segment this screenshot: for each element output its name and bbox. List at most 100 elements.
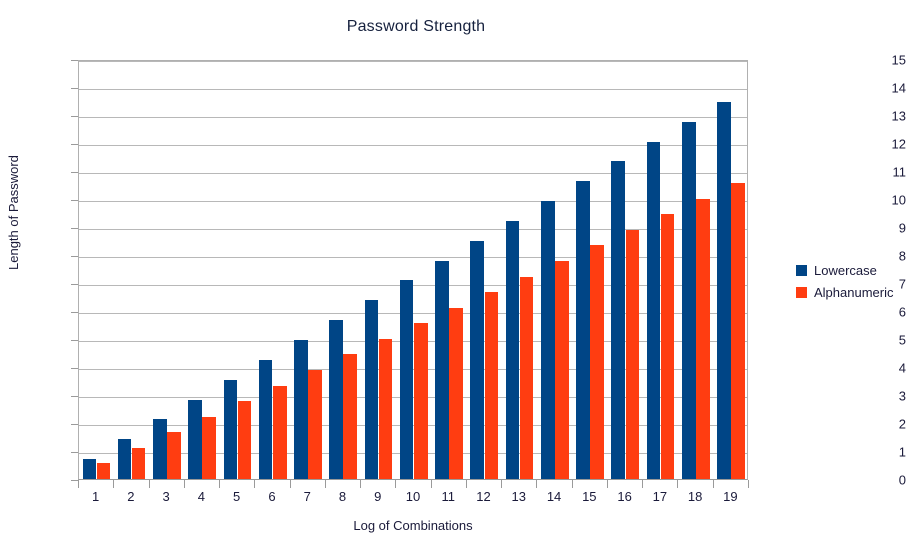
bar-alphanumeric-16 — [625, 230, 640, 479]
x-tick-label: 19 — [723, 489, 738, 504]
y-tick-mark — [71, 256, 78, 257]
x-tick-mark — [606, 480, 608, 488]
y-tick-label: 12 — [891, 136, 906, 152]
x-tick-label: 6 — [268, 489, 276, 504]
x-tick-mark — [501, 480, 503, 488]
x-tick-mark — [254, 480, 256, 488]
plot-area — [78, 60, 748, 480]
bar-alphanumeric-8 — [343, 354, 358, 479]
bar-lowercase-10 — [399, 280, 414, 479]
y-tick-mark — [71, 200, 78, 201]
gridline — [79, 89, 747, 90]
password-strength-chart: Password Strength Length of Password 012… — [0, 0, 906, 558]
legend-swatch-icon — [796, 286, 807, 298]
x-tick-mark — [78, 480, 79, 488]
gridline — [79, 117, 747, 118]
bar-alphanumeric-7 — [308, 370, 322, 479]
bar-alphanumeric-18 — [696, 199, 710, 479]
y-tick-label: 6 — [898, 304, 906, 320]
gridline — [79, 61, 747, 62]
y-tick-mark — [71, 172, 78, 173]
y-tick-label: 4 — [898, 360, 906, 376]
x-tick-label: 11 — [441, 489, 456, 504]
y-tick-mark — [71, 452, 78, 453]
x-tick-label: 16 — [617, 489, 632, 504]
x-tick-mark — [677, 480, 679, 488]
x-tick-label: 12 — [476, 489, 491, 504]
bar-lowercase-6 — [258, 360, 273, 479]
x-tick-label: 18 — [687, 489, 703, 504]
x-tick-mark — [748, 480, 749, 488]
y-tick-label: 13 — [891, 108, 906, 124]
bar-alphanumeric-1 — [96, 463, 111, 479]
x-tick-mark — [219, 480, 221, 488]
x-tick-label: 2 — [127, 489, 135, 504]
bar-lowercase-12 — [470, 241, 484, 479]
y-tick-mark — [71, 228, 78, 229]
x-tick-label: 1 — [92, 489, 100, 504]
x-tick-mark — [183, 480, 185, 488]
y-tick-mark — [71, 144, 78, 145]
x-tick-mark — [148, 480, 150, 488]
bar-lowercase-3 — [153, 419, 167, 479]
bar-alphanumeric-13 — [519, 276, 534, 479]
bar-lowercase-9 — [364, 300, 379, 479]
bar-lowercase-7 — [294, 340, 308, 479]
y-tick-mark — [71, 312, 78, 313]
x-tick-label: 10 — [405, 489, 421, 504]
bar-lowercase-5 — [223, 379, 238, 479]
y-tick-mark — [71, 368, 78, 369]
x-tick-mark — [712, 480, 714, 488]
y-tick-mark — [71, 88, 78, 89]
bar-alphanumeric-10 — [414, 323, 428, 479]
bar-lowercase-15 — [576, 181, 590, 479]
x-tick-label: 4 — [197, 489, 206, 504]
y-tick-mark — [71, 480, 78, 481]
y-tick-label: 5 — [898, 332, 906, 348]
chart-title: Password Strength — [346, 18, 486, 35]
bar-alphanumeric-6 — [272, 385, 287, 479]
x-tick-mark — [289, 480, 291, 488]
y-tick-mark — [71, 424, 78, 425]
y-tick-label: 11 — [892, 164, 906, 180]
y-tick-label: 0 — [898, 472, 906, 488]
legend-label: Lowercase — [814, 262, 877, 278]
y-tick-label: 15 — [891, 52, 906, 68]
y-axis-title: Length of Password — [6, 155, 21, 270]
bar-lowercase-2 — [117, 439, 132, 479]
bar-lowercase-8 — [329, 320, 343, 479]
bar-alphanumeric-9 — [378, 339, 393, 479]
x-tick-mark — [113, 480, 115, 488]
bar-alphanumeric-12 — [484, 292, 499, 479]
bar-alphanumeric-19 — [731, 183, 745, 479]
x-tick-mark — [395, 480, 397, 488]
chart-legend: Lowercase Alphanumeric — [796, 260, 904, 304]
x-tick-label: 13 — [511, 489, 527, 504]
legend-item-lowercase[interactable]: Lowercase — [796, 260, 904, 280]
x-tick-mark — [465, 480, 467, 488]
x-tick-mark — [324, 480, 326, 488]
x-tick-label: 8 — [338, 489, 347, 504]
bar-lowercase-14 — [540, 201, 555, 479]
bar-alphanumeric-14 — [555, 261, 569, 479]
y-tick-mark — [71, 284, 78, 285]
bar-alphanumeric-17 — [660, 214, 675, 479]
bar-lowercase-13 — [505, 221, 520, 479]
x-tick-label: 9 — [374, 489, 382, 504]
x-tick-label: 7 — [303, 489, 311, 504]
x-tick-mark — [571, 480, 573, 488]
x-tick-mark — [536, 480, 538, 488]
x-tick-mark — [430, 480, 432, 488]
x-tick-label: 5 — [233, 489, 241, 504]
x-tick-mark — [360, 480, 362, 488]
y-tick-label: 2 — [898, 416, 906, 432]
y-tick-label: 1 — [898, 444, 906, 460]
bar-lowercase-11 — [435, 260, 449, 479]
y-tick-mark — [71, 396, 78, 397]
bar-lowercase-16 — [611, 161, 626, 479]
bar-alphanumeric-15 — [590, 245, 604, 479]
y-tick-label: 9 — [898, 220, 906, 236]
bar-lowercase-18 — [682, 122, 696, 479]
x-tick-label: 3 — [162, 489, 170, 504]
legend-item-alphanumeric[interactable]: Alphanumeric — [796, 282, 904, 302]
